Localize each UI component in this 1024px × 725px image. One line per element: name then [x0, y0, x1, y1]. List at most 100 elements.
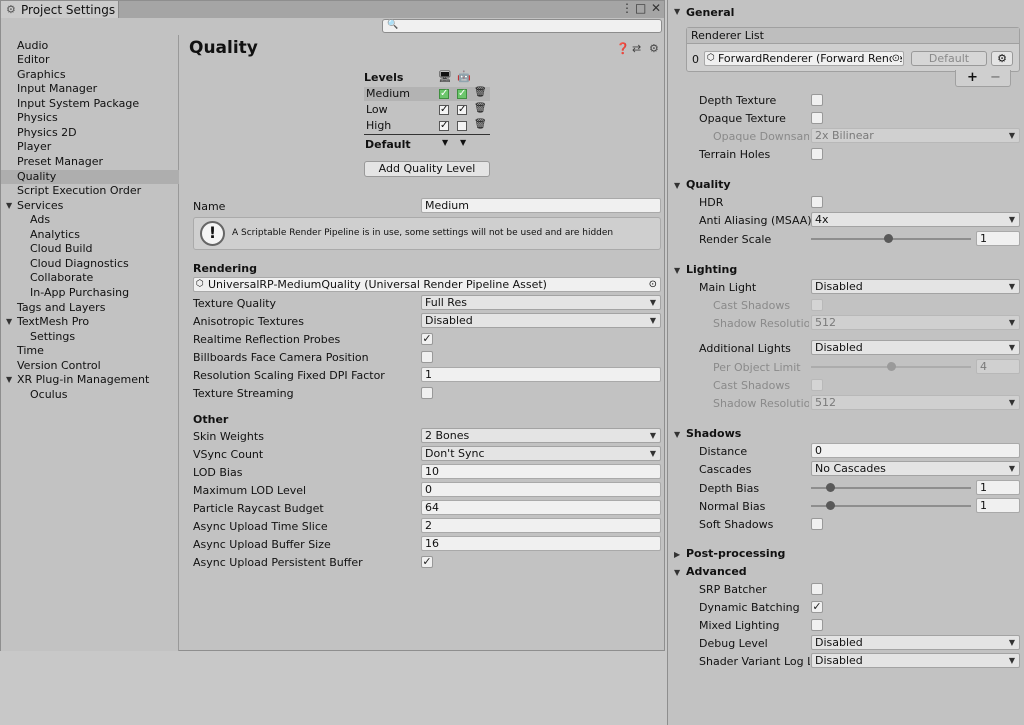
sidebar-item-editor[interactable]: Editor	[1, 53, 179, 67]
default-android-dropdown[interactable]: ▼	[460, 138, 466, 147]
search-input[interactable]: 🔍	[382, 19, 662, 33]
level-low-standalone-checkbox[interactable]: ✓	[439, 105, 449, 115]
sidebar-item-ads[interactable]: Ads	[1, 213, 179, 227]
set-default-renderer-button[interactable]: Default	[911, 51, 987, 66]
foldout-advanced-icon[interactable]: ▼	[674, 568, 680, 577]
sidebar-item-in-app-purchasing[interactable]: In-App Purchasing	[1, 286, 179, 300]
sidebar-item-analytics[interactable]: Analytics	[1, 228, 179, 242]
async-upload-buffer-size-field[interactable]: 16	[421, 536, 661, 551]
debug-level-dropdown[interactable]: Disabled ▼	[811, 635, 1020, 650]
additional-lights-dropdown[interactable]: Disabled ▼	[811, 340, 1020, 355]
maximize-icon[interactable]: □	[635, 1, 646, 15]
async-upload-time-slice-field[interactable]: 2	[421, 518, 661, 533]
sidebar-item-preset-manager[interactable]: Preset Manager	[1, 155, 179, 169]
sidebar-item-cloud-diagnostics[interactable]: Cloud Diagnostics	[1, 257, 179, 271]
sidebar-item-tags-and-layers[interactable]: Tags and Layers	[1, 301, 179, 315]
renderer-gear-button[interactable]: ⚙	[991, 51, 1013, 66]
object-picker-icon[interactable]: ⊙	[649, 278, 657, 291]
billboards-face-camera-checkbox[interactable]	[421, 351, 433, 363]
help-icon[interactable]: ❓	[616, 42, 630, 55]
sidebar-item-script-execution-order[interactable]: Script Execution Order	[1, 184, 179, 198]
render-pipeline-asset-field[interactable]: ⬡ UniversalRP-MediumQuality (Universal R…	[193, 277, 661, 292]
shader-variant-log-dropdown[interactable]: Disabled ▼	[811, 653, 1020, 668]
main-light-dropdown[interactable]: Disabled ▼	[811, 279, 1020, 294]
sidebar-item-time[interactable]: Time	[1, 344, 179, 358]
level-low-android-checkbox[interactable]: ✓	[457, 105, 467, 115]
level-medium-standalone-checkbox[interactable]: ✓	[439, 89, 449, 99]
sidebar-item-collaborate[interactable]: Collaborate	[1, 271, 179, 285]
normal-bias-field[interactable]: 1	[976, 498, 1020, 513]
sidebar-item-physics-2d[interactable]: Physics 2D	[1, 126, 179, 140]
sidebar-item-audio[interactable]: Audio	[1, 39, 179, 53]
level-row-low[interactable]: Low	[364, 103, 490, 117]
distance-field[interactable]: 0	[811, 443, 1020, 458]
srp-batcher-checkbox[interactable]	[811, 583, 823, 595]
depth-bias-field[interactable]: 1	[976, 480, 1020, 495]
foldout-shadows-icon[interactable]: ▼	[674, 430, 680, 439]
level-row-medium[interactable]: Medium	[364, 87, 490, 101]
skin-weights-dropdown[interactable]: 2 Bones ▼	[421, 428, 661, 443]
sidebar-item-xr-plugin-management[interactable]: ▼ XR Plug-in Management	[1, 373, 179, 387]
mixed-lighting-checkbox[interactable]	[811, 619, 823, 631]
trash-icon[interactable]: 🗑	[474, 119, 487, 130]
level-high-android-checkbox[interactable]	[457, 121, 467, 131]
expand-triangle-icon[interactable]: ▼	[6, 373, 12, 387]
async-upload-persistent-buffer-checkbox[interactable]: ✓	[421, 556, 433, 568]
add-quality-level-button[interactable]: Add Quality Level	[364, 161, 490, 177]
default-standalone-dropdown[interactable]: ▼	[442, 138, 448, 147]
foldout-post-processing-icon[interactable]: ▶	[674, 550, 680, 559]
sidebar-item-input-manager[interactable]: Input Manager	[1, 82, 179, 96]
sidebar-item-oculus[interactable]: Oculus	[1, 388, 179, 402]
object-picker-icon[interactable]: ⊙	[891, 52, 900, 65]
window-menu-icon[interactable]: ⋮	[621, 1, 633, 15]
sidebar-item-quality[interactable]: Quality	[1, 170, 179, 184]
remove-renderer-button[interactable]: −	[990, 70, 1001, 85]
level-medium-android-checkbox[interactable]: ✓	[457, 89, 467, 99]
hdr-checkbox[interactable]	[811, 196, 823, 208]
render-scale-field[interactable]: 1	[976, 231, 1020, 246]
opaque-texture-checkbox[interactable]	[811, 112, 823, 124]
cascades-dropdown[interactable]: No Cascades ▼	[811, 461, 1020, 476]
sidebar-item-services[interactable]: ▼ Services	[1, 199, 179, 213]
anisotropic-textures-dropdown[interactable]: Disabled ▼	[421, 313, 661, 328]
level-high-standalone-checkbox[interactable]: ✓	[439, 121, 449, 131]
dynamic-batching-checkbox[interactable]: ✓	[811, 601, 823, 613]
texture-streaming-checkbox[interactable]	[421, 387, 433, 399]
depth-texture-checkbox[interactable]	[811, 94, 823, 106]
trash-icon[interactable]: 🗑	[474, 87, 487, 98]
sidebar-item-cloud-build[interactable]: Cloud Build	[1, 242, 179, 256]
close-icon[interactable]: ✕	[651, 1, 661, 15]
trash-icon[interactable]: 🗑	[474, 103, 487, 114]
texture-quality-dropdown[interactable]: Full Res ▼	[421, 295, 661, 310]
lod-bias-field[interactable]: 10	[421, 464, 661, 479]
sidebar-item-version-control[interactable]: Version Control	[1, 359, 179, 373]
foldout-general-icon[interactable]: ▼	[674, 7, 680, 16]
renderer-field[interactable]: ⬡ ForwardRenderer (Forward Rende ⊙	[704, 51, 904, 66]
sidebar-item-input-system[interactable]: Input System Package	[1, 97, 179, 111]
maximum-lod-level-field[interactable]: 0	[421, 482, 661, 497]
add-renderer-button[interactable]: +	[967, 70, 978, 85]
depth-bias-slider-knob[interactable]	[826, 483, 836, 492]
particle-raycast-budget-field[interactable]: 64	[421, 500, 661, 515]
normal-bias-slider-knob[interactable]	[826, 501, 836, 510]
tab-project-settings[interactable]: ⚙ Project Settings	[1, 1, 119, 18]
terrain-holes-checkbox[interactable]	[811, 148, 823, 160]
name-field[interactable]: Medium	[421, 198, 661, 213]
resolution-scaling-field[interactable]: 1	[421, 367, 661, 382]
sidebar-item-graphics[interactable]: Graphics	[1, 68, 179, 82]
anti-aliasing-dropdown[interactable]: 4x ▼	[811, 212, 1020, 227]
gear-icon[interactable]: ⚙	[649, 42, 659, 55]
vsync-count-dropdown[interactable]: Don't Sync ▼	[421, 446, 661, 461]
soft-shadows-checkbox[interactable]	[811, 518, 823, 530]
realtime-reflection-probes-checkbox[interactable]: ✓	[421, 333, 433, 345]
expand-triangle-icon[interactable]: ▼	[6, 199, 12, 213]
sidebar-item-player[interactable]: Player	[1, 140, 179, 154]
sidebar-item-textmesh-pro[interactable]: ▼ TextMesh Pro	[1, 315, 179, 329]
foldout-quality-icon[interactable]: ▼	[674, 181, 680, 190]
foldout-lighting-icon[interactable]: ▼	[674, 266, 680, 275]
sidebar-item-settings[interactable]: Settings	[1, 330, 179, 344]
sidebar-item-physics[interactable]: Physics	[1, 111, 179, 125]
expand-triangle-icon[interactable]: ▼	[6, 315, 12, 329]
level-row-high[interactable]: High	[364, 119, 490, 133]
render-scale-slider-knob[interactable]	[883, 234, 893, 243]
